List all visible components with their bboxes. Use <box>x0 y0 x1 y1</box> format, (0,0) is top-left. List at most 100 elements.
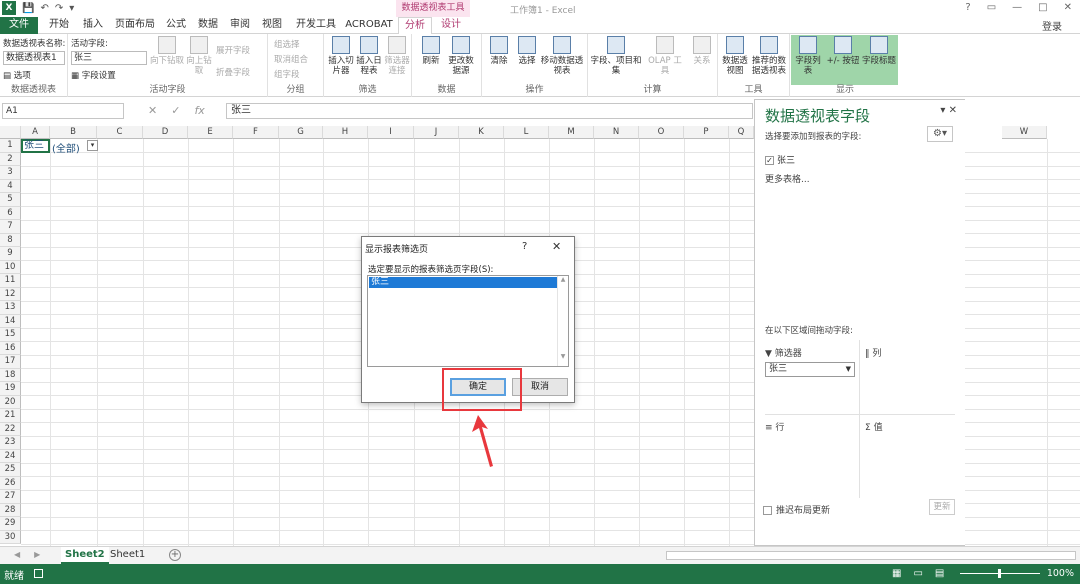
defer-update-option[interactable]: 推迟布局更新 <box>763 503 830 516</box>
clear-button[interactable]: 清除 <box>484 36 514 66</box>
sign-in-link[interactable]: 登录 <box>1042 18 1062 33</box>
tab-formulas[interactable]: 公式 <box>162 17 190 34</box>
row-header-17[interactable]: 17 <box>0 355 21 369</box>
pivotchart-button[interactable]: 数据透视图 <box>720 36 750 76</box>
group-selection-button[interactable]: 组选择 <box>274 38 300 50</box>
tab-page-layout[interactable]: 页面布局 <box>112 17 158 34</box>
enter-icon[interactable]: ✓ <box>171 104 180 117</box>
row-header-22[interactable]: 22 <box>0 422 21 436</box>
maximize-icon[interactable]: □ <box>1038 2 1047 13</box>
row-header-28[interactable]: 28 <box>0 503 21 517</box>
horizontal-scrollbar[interactable] <box>666 551 1076 560</box>
tab-data[interactable]: 数据 <box>194 17 222 34</box>
row-header-19[interactable]: 19 <box>0 382 21 396</box>
minimize-icon[interactable]: — <box>1012 2 1022 13</box>
row-header-3[interactable]: 3 <box>0 166 21 180</box>
list-scrollbar[interactable]: ▲ ▼ <box>557 276 568 366</box>
row-header-25[interactable]: 25 <box>0 463 21 477</box>
filter-field-list[interactable]: 张三 ▲ ▼ <box>367 275 569 367</box>
prev-sheet-icon[interactable]: ◀ <box>14 550 20 559</box>
macro-record-icon[interactable] <box>34 569 43 578</box>
column-header-e[interactable]: E <box>188 126 233 139</box>
name-box[interactable]: A1 <box>2 103 124 119</box>
tab-acrobat[interactable]: ACROBAT <box>344 17 394 34</box>
insert-slicer-button[interactable]: 插入切片器 <box>326 36 356 76</box>
filter-connections-button[interactable]: 筛选器连接 <box>382 36 412 76</box>
normal-view-icon[interactable]: ▦ <box>892 568 901 579</box>
column-header-j[interactable]: J <box>414 126 459 139</box>
row-header-1[interactable]: 1 <box>0 139 21 153</box>
row-header-5[interactable]: 5 <box>0 193 21 207</box>
insert-function-icon[interactable]: fx <box>194 104 204 117</box>
field-settings-button[interactable]: ▦ 字段设置 <box>71 69 116 81</box>
help-icon[interactable]: ? <box>522 241 527 252</box>
page-layout-view-icon[interactable]: ▭ <box>913 568 922 579</box>
row-header-2[interactable]: 2 <box>0 152 21 166</box>
column-header-i[interactable]: I <box>368 126 414 139</box>
row-header-4[interactable]: 4 <box>0 179 21 193</box>
column-header-n[interactable]: N <box>594 126 639 139</box>
collapse-field-button[interactable]: 折叠字段 <box>216 66 250 78</box>
help-icon[interactable]: ? <box>965 2 970 13</box>
row-header-29[interactable]: 29 <box>0 517 21 531</box>
change-data-source-button[interactable]: 更改数据源 <box>446 36 476 76</box>
formula-input[interactable]: 张三 <box>226 103 753 119</box>
column-header-f[interactable]: F <box>233 126 279 139</box>
fields-items-sets-button[interactable]: 字段、项目和集 <box>590 36 642 76</box>
page-break-view-icon[interactable]: ▤ <box>935 568 944 579</box>
update-button[interactable]: 更新 <box>929 499 955 515</box>
column-header-h[interactable]: H <box>323 126 368 139</box>
expand-field-button[interactable]: 展开字段 <box>216 44 250 56</box>
column-header-q[interactable]: Q <box>729 126 754 139</box>
column-header-o[interactable]: O <box>639 126 684 139</box>
column-header-g[interactable]: G <box>279 126 323 139</box>
move-pivottable-button[interactable]: 移动数据透视表 <box>540 36 584 76</box>
filter-field-chip[interactable]: 张三 ▼ <box>765 362 855 377</box>
pane-tools-button[interactable]: ⚙▾ <box>927 126 953 142</box>
cell-a1[interactable]: 张三 <box>21 139 50 153</box>
tab-file[interactable]: 文件 <box>0 17 38 34</box>
row-header-27[interactable]: 27 <box>0 490 21 504</box>
row-header-15[interactable]: 15 <box>0 328 21 342</box>
column-header-k[interactable]: K <box>459 126 504 139</box>
ribbon-display-icon[interactable]: ▭ <box>987 2 996 13</box>
field-item[interactable]: ✓ 张三 <box>765 153 795 166</box>
tab-developer[interactable]: 开发工具 <box>292 17 340 34</box>
close-icon[interactable]: ✕ <box>552 240 561 253</box>
save-icon[interactable]: 💾 <box>22 3 34 14</box>
row-header-6[interactable]: 6 <box>0 206 21 220</box>
field-headers-button[interactable]: 字段标题 <box>862 36 896 66</box>
row-header-7[interactable]: 7 <box>0 220 21 234</box>
row-header-11[interactable]: 11 <box>0 274 21 288</box>
redo-icon[interactable]: ↷ <box>55 3 63 14</box>
tab-view[interactable]: 视图 <box>258 17 286 34</box>
scroll-down-icon[interactable]: ▼ <box>558 353 568 360</box>
pane-close-icon[interactable]: ✕ <box>949 105 957 116</box>
row-header-21[interactable]: 21 <box>0 409 21 423</box>
zoom-slider-knob[interactable] <box>998 569 1001 578</box>
column-header-c[interactable]: C <box>97 126 143 139</box>
filter-dropdown-icon[interactable]: ▾ <box>87 140 98 151</box>
tab-insert[interactable]: 插入 <box>78 17 108 34</box>
row-header-13[interactable]: 13 <box>0 301 21 315</box>
scroll-up-icon[interactable]: ▲ <box>558 276 568 283</box>
refresh-button[interactable]: 刷新 <box>416 36 446 66</box>
row-header-16[interactable]: 16 <box>0 341 21 355</box>
drill-up-button[interactable]: 向上钻取 <box>184 36 214 76</box>
tab-home[interactable]: 开始 <box>44 17 74 34</box>
recommended-pivottables-button[interactable]: 推荐的数据透视表 <box>750 36 788 76</box>
row-header-18[interactable]: 18 <box>0 368 21 382</box>
relationships-button[interactable]: 关系 <box>688 36 716 66</box>
column-header-l[interactable]: L <box>504 126 549 139</box>
sheet-tab-sheet2[interactable]: Sheet2 <box>61 547 109 564</box>
undo-icon[interactable]: ↶ <box>40 3 48 14</box>
column-header-a[interactable]: A <box>21 126 50 139</box>
row-header-14[interactable]: 14 <box>0 314 21 328</box>
cancel-icon[interactable]: ✕ <box>148 104 157 117</box>
row-header-30[interactable]: 30 <box>0 530 21 544</box>
defer-checkbox-icon[interactable] <box>763 506 772 515</box>
list-item[interactable]: 张三 <box>369 277 557 288</box>
add-sheet-icon[interactable]: + <box>169 549 181 561</box>
row-header-10[interactable]: 10 <box>0 260 21 274</box>
close-icon[interactable]: ✕ <box>1064 2 1072 13</box>
